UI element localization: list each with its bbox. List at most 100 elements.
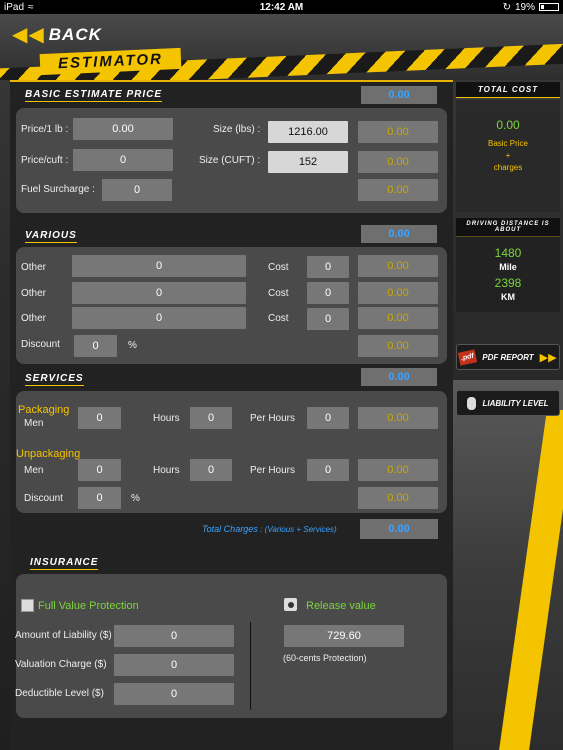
basic-total: 0.00 xyxy=(361,86,437,104)
price-cuft-input[interactable]: 0 xyxy=(73,149,173,171)
basic-price-line2: + xyxy=(505,151,511,160)
price-lb-input[interactable]: 0.00 xyxy=(73,118,173,140)
total-cost-value: 0.00 xyxy=(496,118,520,132)
battery-icon xyxy=(539,3,559,11)
unpack-per-hours-label: Per Hours xyxy=(250,465,296,476)
unpackaging-label: Unpackaging xyxy=(16,448,81,460)
liability-input[interactable]: 0 xyxy=(114,625,234,647)
mouse-icon xyxy=(467,396,477,410)
liability-level-button[interactable]: LIABILITY LEVEL xyxy=(456,390,560,416)
various-discount-input[interactable]: 0 xyxy=(74,335,117,357)
cost-3-label: Cost xyxy=(268,313,289,324)
deductible-label: Deductible Level ($) xyxy=(15,688,104,699)
deductible-input[interactable]: 0 xyxy=(114,683,234,705)
insurance-divider xyxy=(250,622,251,710)
distance-title: DRIVING DISTANCE IS ABOUT xyxy=(456,218,560,237)
lock-rotation-icon: ↻ xyxy=(502,1,511,13)
release-value-radio[interactable] xyxy=(284,598,297,611)
insurance-section-title: INSURANCE xyxy=(30,557,99,570)
pack-hours-input[interactable]: 0 xyxy=(190,407,232,429)
double-chevron-left-icon: ◀◀ xyxy=(12,24,45,46)
size-cuft-input[interactable]: 152 xyxy=(268,151,348,173)
various-discount-label: Discount xyxy=(21,339,60,350)
total-cost-title: TOTAL COST xyxy=(456,82,560,98)
services-discount-input[interactable]: 0 xyxy=(78,487,121,509)
services-discount-unit: % xyxy=(131,493,140,504)
total-charges-value: 0.00 xyxy=(360,519,438,539)
fuel-surcharge-label: Fuel Surcharge : xyxy=(21,184,95,195)
unpack-men-input[interactable]: 0 xyxy=(78,459,121,481)
full-value-checkbox[interactable] xyxy=(21,599,34,612)
services-section-title: SERVICES xyxy=(25,373,84,386)
km-value: 2398 xyxy=(494,276,522,290)
size-cuft-total: 0.00 xyxy=(358,151,438,173)
cost-3-input[interactable]: 0 xyxy=(307,308,349,330)
status-right: ↻ 19% xyxy=(439,2,559,13)
pack-men-input[interactable]: 0 xyxy=(78,407,121,429)
pdf-icon: .pdf xyxy=(458,348,478,366)
total-charges-note: : (Various + Services) xyxy=(260,525,337,534)
fuel-surcharge-input[interactable]: 0 xyxy=(102,179,172,201)
cost-1-input[interactable]: 0 xyxy=(307,256,349,278)
release-value-label: Release value xyxy=(306,600,376,612)
cost-1-label: Cost xyxy=(268,262,289,273)
size-lbs-label: Size (lbs) : xyxy=(213,124,261,135)
size-lbs-input[interactable]: 1216.00 xyxy=(268,121,348,143)
other-1-input[interactable]: 0 xyxy=(72,255,246,277)
status-bar: iPad ≈ 12:42 AM ↻ 19% xyxy=(0,0,563,14)
pdf-report-button[interactable]: .pdf PDF REPORT ▶▶ xyxy=(456,344,560,370)
release-note: (60-cents Protection) xyxy=(283,653,367,663)
pack-per-hours-input[interactable]: 0 xyxy=(307,407,349,429)
km-unit: KM xyxy=(501,292,515,302)
other-3-label: Other xyxy=(21,313,47,324)
total-charges-label: Total Charges : (Various + Services) xyxy=(202,524,337,534)
basic-section-title: BASIC ESTIMATE PRICE xyxy=(25,89,163,102)
miles-unit: Mile xyxy=(499,262,517,272)
other-2-label: Other xyxy=(21,288,47,299)
cost-2-input[interactable]: 0 xyxy=(307,282,349,304)
services-discount-label: Discount xyxy=(24,493,63,504)
pdf-report-label: PDF REPORT xyxy=(482,352,534,362)
pack-hours-label: Hours xyxy=(153,413,180,424)
other-3-input[interactable]: 0 xyxy=(72,307,246,329)
unpack-total: 0.00 xyxy=(358,459,438,481)
size-lbs-total: 0.00 xyxy=(358,121,438,143)
full-value-label: Full Value Protection xyxy=(38,600,139,612)
summary-sidebar: TOTAL COST 0.00 Basic Price + charges DR… xyxy=(453,80,563,750)
packaging-label: Packaging xyxy=(18,404,70,416)
services-discount-total: 0.00 xyxy=(358,487,438,509)
price-cuft-label: Price/cuft : xyxy=(21,155,69,166)
other-1-total: 0.00 xyxy=(358,255,438,277)
various-discount-total: 0.00 xyxy=(358,335,438,357)
status-left: iPad ≈ xyxy=(4,2,124,13)
valuation-label: Valuation Charge ($) xyxy=(15,659,107,670)
total-cost-box: 0.00 Basic Price + charges xyxy=(456,100,560,212)
release-amount-field: 729.60 xyxy=(284,625,404,647)
other-2-total: 0.00 xyxy=(358,282,438,304)
wifi-icon: ≈ xyxy=(28,1,34,13)
other-2-input[interactable]: 0 xyxy=(72,282,246,304)
unpack-per-hours-input[interactable]: 0 xyxy=(307,459,349,481)
basic-price-line1: Basic Price xyxy=(487,139,528,148)
unpack-men-label: Men xyxy=(24,465,44,476)
various-total: 0.00 xyxy=(361,225,437,243)
fuel-surcharge-total: 0.00 xyxy=(358,179,438,201)
basic-price-line3: charges xyxy=(493,163,523,172)
back-button[interactable]: ◀◀ BACK xyxy=(12,22,102,47)
services-total: 0.00 xyxy=(361,368,437,386)
pack-total: 0.00 xyxy=(358,407,438,429)
various-section-title: VARIOUS xyxy=(25,230,77,243)
unpack-hours-input[interactable]: 0 xyxy=(190,459,232,481)
back-label: BACK xyxy=(48,24,102,44)
total-charges-text: Total Charges xyxy=(202,524,258,534)
price-lb-label: Price/1 lb : xyxy=(21,124,69,135)
header: ◀◀ BACK ESTIMATOR xyxy=(0,14,563,80)
liability-level-label: LIABILITY LEVEL xyxy=(482,398,549,408)
battery-label: 19% xyxy=(514,1,535,13)
valuation-input[interactable]: 0 xyxy=(114,654,234,676)
unpack-hours-label: Hours xyxy=(153,465,180,476)
device-label: iPad xyxy=(4,1,25,13)
distance-box: 1480 Mile 2398 KM xyxy=(456,236,560,312)
double-chevron-right-icon: ▶▶ xyxy=(539,351,557,364)
estimator-panel: BASIC ESTIMATE PRICE 0.00 Price/1 lb : 0… xyxy=(10,80,453,750)
